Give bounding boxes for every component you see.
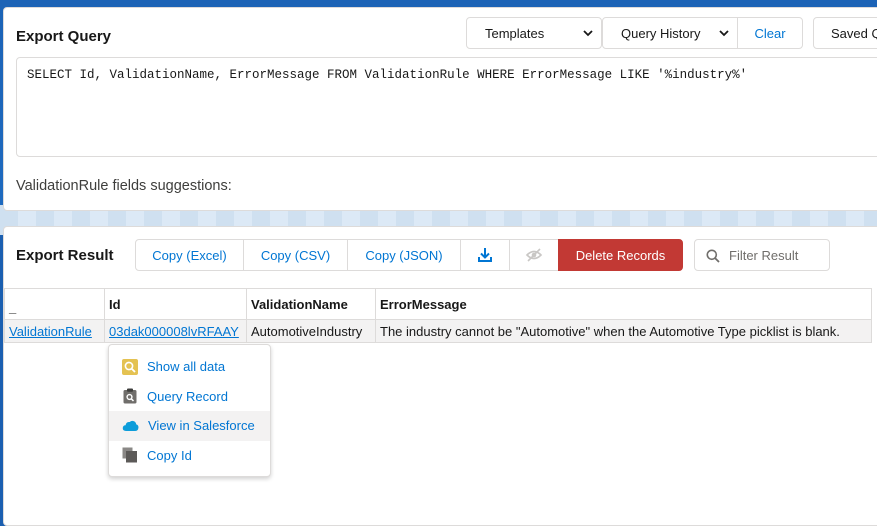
chevron-down-icon bbox=[719, 30, 729, 37]
menu-item-label: Query Record bbox=[147, 388, 228, 404]
copy-excel-button[interactable]: Copy (Excel) bbox=[135, 239, 244, 271]
result-table: _ Id ValidationName ErrorMessage Validat… bbox=[4, 288, 872, 343]
export-query-panel: Export Query Templates Query History Cle… bbox=[3, 7, 877, 211]
saved-queries-button[interactable]: Saved Q bbox=[813, 17, 877, 49]
record-context-menu: Show all data Query Record View in Sales… bbox=[108, 344, 271, 477]
cell-error-message: The industry cannot be "Automotive" when… bbox=[375, 319, 872, 343]
search-icon bbox=[706, 249, 720, 263]
templates-select-label: Templates bbox=[485, 25, 545, 41]
column-header-type[interactable]: _ bbox=[4, 288, 105, 320]
cell-type[interactable]: ValidationRule bbox=[4, 319, 105, 343]
menu-item-label: Show all data bbox=[147, 359, 226, 375]
field-suggestions-label: ValidationRule fields suggestions: bbox=[16, 178, 232, 194]
toggle-hidden-button[interactable] bbox=[509, 239, 559, 271]
download-button[interactable] bbox=[460, 239, 510, 271]
menu-item-view-in-salesforce[interactable]: View in Salesforce bbox=[109, 411, 270, 441]
query-textarea[interactable]: SELECT Id, ValidationName, ErrorMessage … bbox=[16, 57, 877, 157]
menu-item-label: View in Salesforce bbox=[148, 418, 255, 434]
export-query-title: Export Query bbox=[16, 28, 112, 45]
eye-off-icon bbox=[525, 248, 543, 262]
id-link[interactable]: 03dak000008lvRFAAY bbox=[109, 324, 239, 339]
filter-result-placeholder: Filter Result bbox=[729, 247, 799, 263]
query-history-select[interactable]: Query History bbox=[602, 17, 738, 49]
filter-result-input[interactable]: Filter Result bbox=[694, 239, 830, 271]
copy-icon bbox=[122, 447, 137, 463]
download-icon bbox=[478, 248, 492, 262]
column-header-error-message[interactable]: ErrorMessage bbox=[375, 288, 872, 320]
result-actions: Copy (Excel) Copy (CSV) Copy (JSON) Dele… bbox=[135, 239, 683, 271]
copy-csv-button[interactable]: Copy (CSV) bbox=[243, 239, 348, 271]
cell-id[interactable]: 03dak000008lvRFAAY bbox=[104, 319, 247, 343]
table-header-row: _ Id ValidationName ErrorMessage bbox=[4, 288, 872, 320]
clipboard-icon bbox=[123, 388, 137, 404]
zoom-icon bbox=[122, 358, 138, 375]
export-result-title: Export Result bbox=[16, 247, 114, 264]
copy-json-button[interactable]: Copy (JSON) bbox=[347, 239, 461, 271]
menu-item-show-all-data[interactable]: Show all data bbox=[109, 352, 270, 382]
cloud-icon bbox=[122, 420, 139, 431]
table-row: ValidationRule 03dak000008lvRFAAY Automo… bbox=[4, 319, 872, 343]
menu-item-copy-id[interactable]: Copy Id bbox=[109, 441, 270, 471]
delete-records-button[interactable]: Delete Records bbox=[558, 239, 683, 271]
menu-item-query-record[interactable]: Query Record bbox=[109, 382, 270, 412]
clear-button[interactable]: Clear bbox=[737, 17, 803, 49]
query-history-select-label: Query History bbox=[621, 25, 701, 41]
type-link[interactable]: ValidationRule bbox=[9, 324, 92, 339]
templates-select[interactable]: Templates bbox=[466, 17, 602, 49]
chevron-down-icon bbox=[583, 30, 593, 37]
cell-validation-name: AutomotiveIndustry bbox=[246, 319, 376, 343]
column-header-id[interactable]: Id bbox=[104, 288, 247, 320]
menu-item-label: Copy Id bbox=[147, 447, 192, 463]
column-header-validation-name[interactable]: ValidationName bbox=[246, 288, 376, 320]
